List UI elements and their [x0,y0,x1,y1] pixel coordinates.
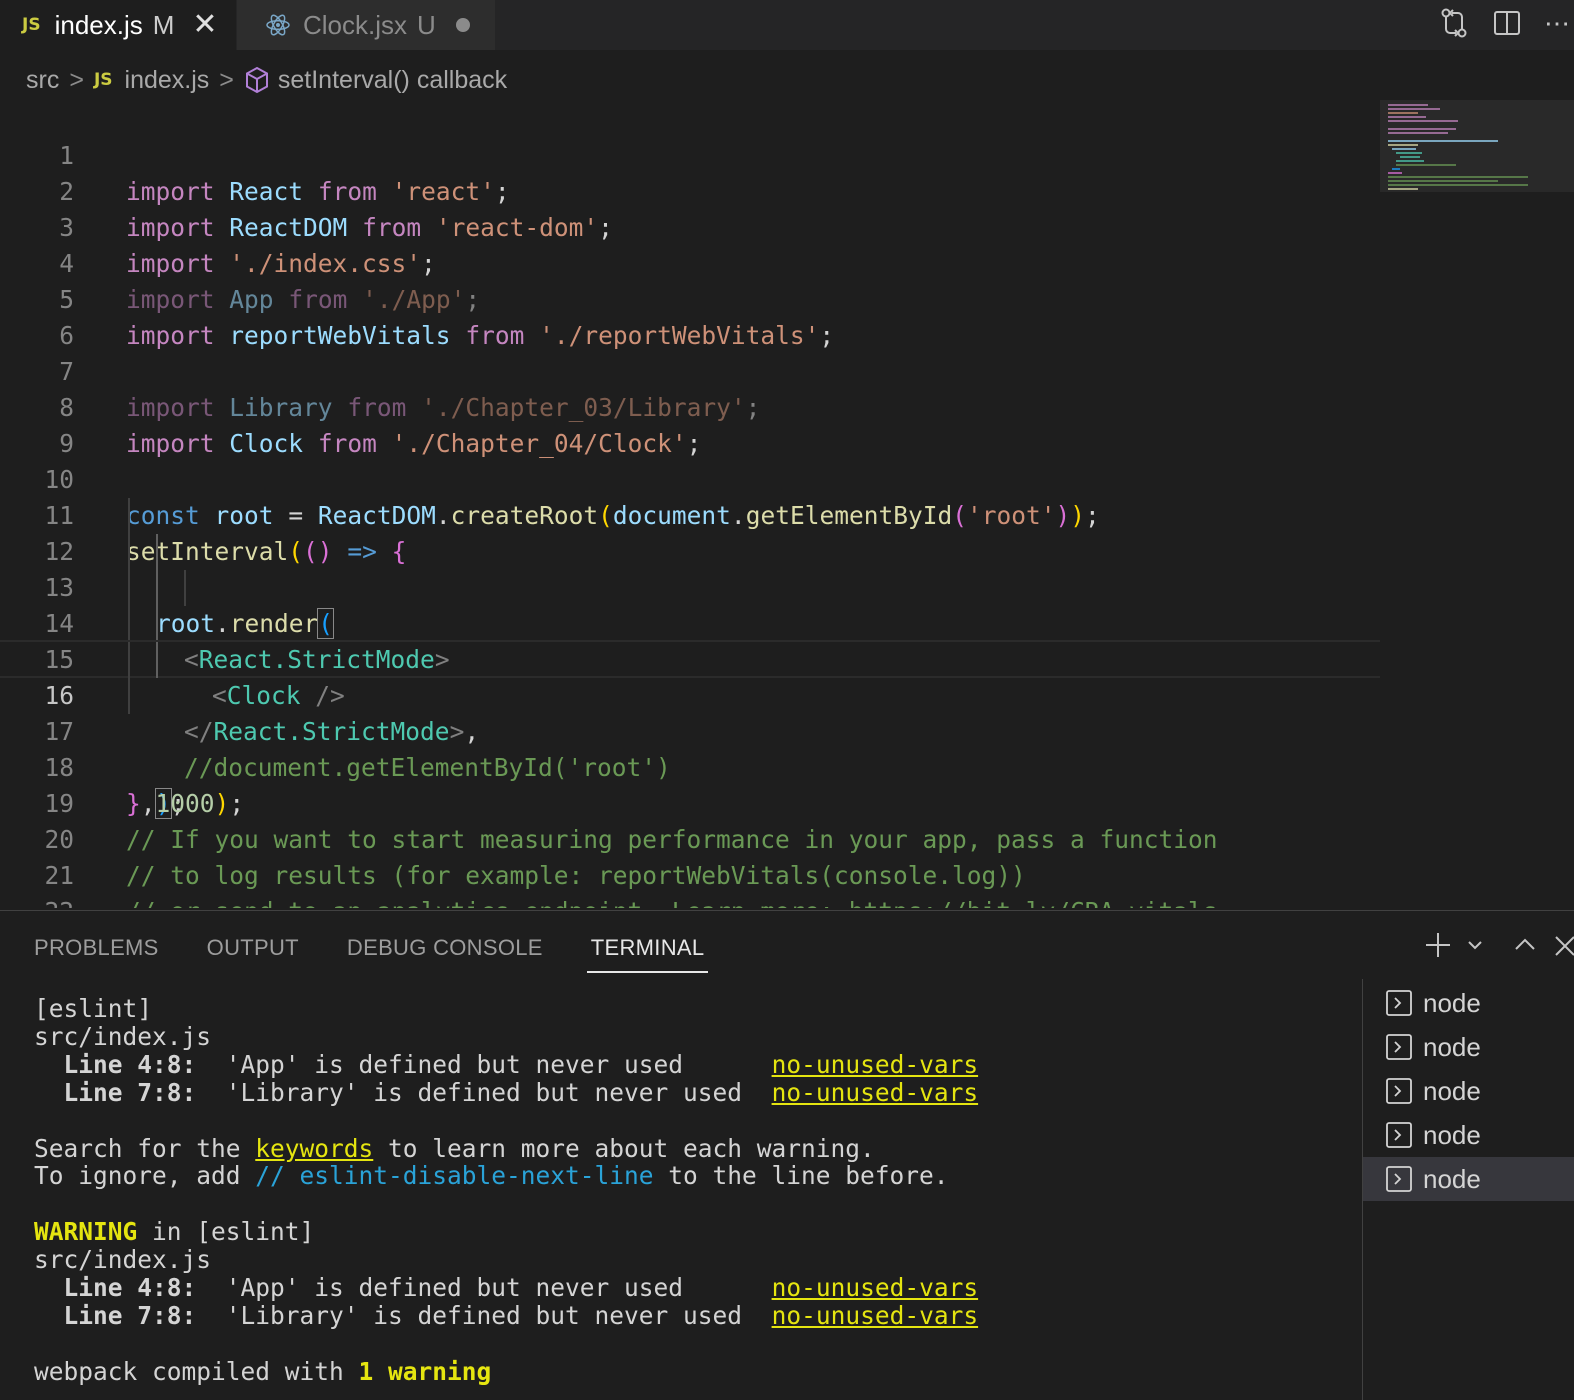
code-line: 23 [0,894,1380,908]
minimap-line [1388,176,1528,178]
code-line: 13 <React.StrictMode> [0,534,1380,674]
split-editor-icon[interactable] [1492,8,1522,38]
code-line: 3 import './index.css'; [0,174,1380,278]
javascript-file-icon: JS [22,15,41,35]
minimap-line [1388,128,1456,130]
javascript-file-icon: JS [93,70,113,90]
git-status-badge: U [417,9,436,40]
minimap-line [1388,112,1418,114]
minimap-line [1388,116,1426,118]
new-terminal-icon[interactable] [1424,931,1452,964]
minimap-line [1388,104,1428,106]
tab-index-js[interactable]: JS index.js M ✕ [0,0,236,50]
minimap-line [1396,164,1456,166]
minimap-line [1388,184,1528,186]
minimap-line [1388,144,1418,146]
code-line: 17 ); [0,678,1380,819]
terminal-icon [1386,1122,1412,1148]
code-line: 4 import App from './App'; [0,210,1380,314]
tab-debug-console[interactable]: DEBUG CONSOLE [347,935,543,971]
code-line: 12 root.render( [0,498,1380,639]
tab-clock-jsx[interactable]: Clock.jsx U [237,0,495,50]
minimap-line [1392,168,1400,170]
breadcrumb-folder[interactable]: src [26,66,59,95]
terminal-instance[interactable]: node [1363,981,1574,1025]
panel-actions [1424,931,1574,964]
terminal-output[interactable]: [eslint] src/index.js Line 4:8: 'App' is … [34,995,1354,1400]
breadcrumb: src > JS index.js > setInterval() callba… [26,62,507,98]
tab-output[interactable]: OUTPUT [207,935,299,971]
code-line: 19 // If you want to start measuring per… [0,750,1380,854]
code-line: 9 [0,390,1380,458]
panel-tabs: PROBLEMS OUTPUT DEBUG CONSOLE TERMINAL [34,935,709,973]
terminal-instance-selected[interactable]: node [1363,1157,1574,1201]
close-panel-icon[interactable] [1552,932,1574,963]
minimap-line [1388,188,1418,190]
minimap-line [1396,152,1422,154]
minimap-line [1388,180,1498,182]
minimap-line [1400,156,1420,158]
chevron-right-icon: > [219,65,234,94]
code-line: 7 import Library from './Chapter_03/Libr… [0,318,1380,422]
code-line: 6 [0,282,1380,350]
rule-link[interactable]: no-unused-vars [772,1301,979,1330]
tab-terminal[interactable]: TERMINAL [586,935,709,973]
minimap-line [1388,172,1402,174]
terminal-instance[interactable]: node [1363,1113,1574,1157]
code-editor[interactable]: 1 import React from 'react'; 2 import Re… [0,100,1380,908]
breadcrumb-symbol[interactable]: setInterval() callback [278,66,507,95]
maximize-panel-icon[interactable] [1512,932,1538,963]
minimap-line [1388,140,1498,142]
unsaved-dot-icon[interactable] [455,18,470,32]
code-line: 10 const root = ReactDOM.createRoot(docu… [0,426,1380,530]
rule-link[interactable]: no-unused-vars [772,1273,979,1302]
minimap-line [1388,132,1448,134]
code-line: 5 import reportWebVitals from './reportW… [0,246,1380,350]
react-file-icon [265,12,291,38]
rule-link[interactable]: no-unused-vars [772,1050,979,1079]
terminal-instance[interactable]: node [1363,1069,1574,1113]
terminal-instance-list: node node node node node [1362,979,1574,1400]
terminal-instance[interactable]: node [1363,1025,1574,1069]
code-line: 8 import Clock from './Chapter_04/Clock'… [0,354,1380,458]
tab-problems[interactable]: PROBLEMS [34,935,159,971]
minimap[interactable] [1380,100,1574,908]
code-line: 15 </React.StrictMode>, [0,606,1380,746]
code-line: 1 import React from 'react'; [0,102,1380,206]
minimap-line [1388,120,1458,122]
terminal-icon [1386,1078,1412,1104]
code-line: 18 },1000); [0,714,1380,818]
chevron-right-icon: > [69,65,84,94]
symbol-method-icon [244,66,270,94]
close-tab-icon[interactable]: ✕ [192,10,217,40]
code-line: 2 import ReactDOM from 'react-dom'; [0,138,1380,242]
terminal-icon [1386,990,1412,1016]
code-line: 20 // to log results (for example: repor… [0,786,1380,890]
editor-actions: ⋯ [1438,6,1574,40]
editor-tab-bar: JS index.js M ✕ Clock.jsx U ⋯ [0,0,1574,50]
git-status-badge: M [152,9,175,40]
more-actions-icon[interactable]: ⋯ [1544,8,1570,39]
code-line-current: 16 //document.getElementById('root') [0,640,1380,782]
terminal-icon [1386,1166,1412,1192]
code-line: 21 // or send to an analytics endpoint. … [0,822,1380,908]
minimap-line [1392,148,1416,150]
tab-filename: Clock.jsx [303,9,408,40]
compare-changes-icon[interactable] [1438,6,1470,40]
code-line: 14 <Clock /> [0,570,1380,710]
code-line: 11 setInterval(() => { [0,462,1380,566]
code-line: 22 reportWebVitals(); [0,858,1380,908]
chevron-down-icon[interactable] [1466,936,1484,959]
minimap-line [1396,160,1424,162]
tab-filename: index.js [54,9,143,40]
minimap-line [1388,108,1440,110]
bottom-panel: PROBLEMS OUTPUT DEBUG CONSOLE TERMINAL [… [0,910,1574,1400]
breadcrumb-file[interactable]: index.js [125,66,210,95]
terminal-icon [1386,1034,1412,1060]
rule-link[interactable]: no-unused-vars [772,1078,979,1107]
